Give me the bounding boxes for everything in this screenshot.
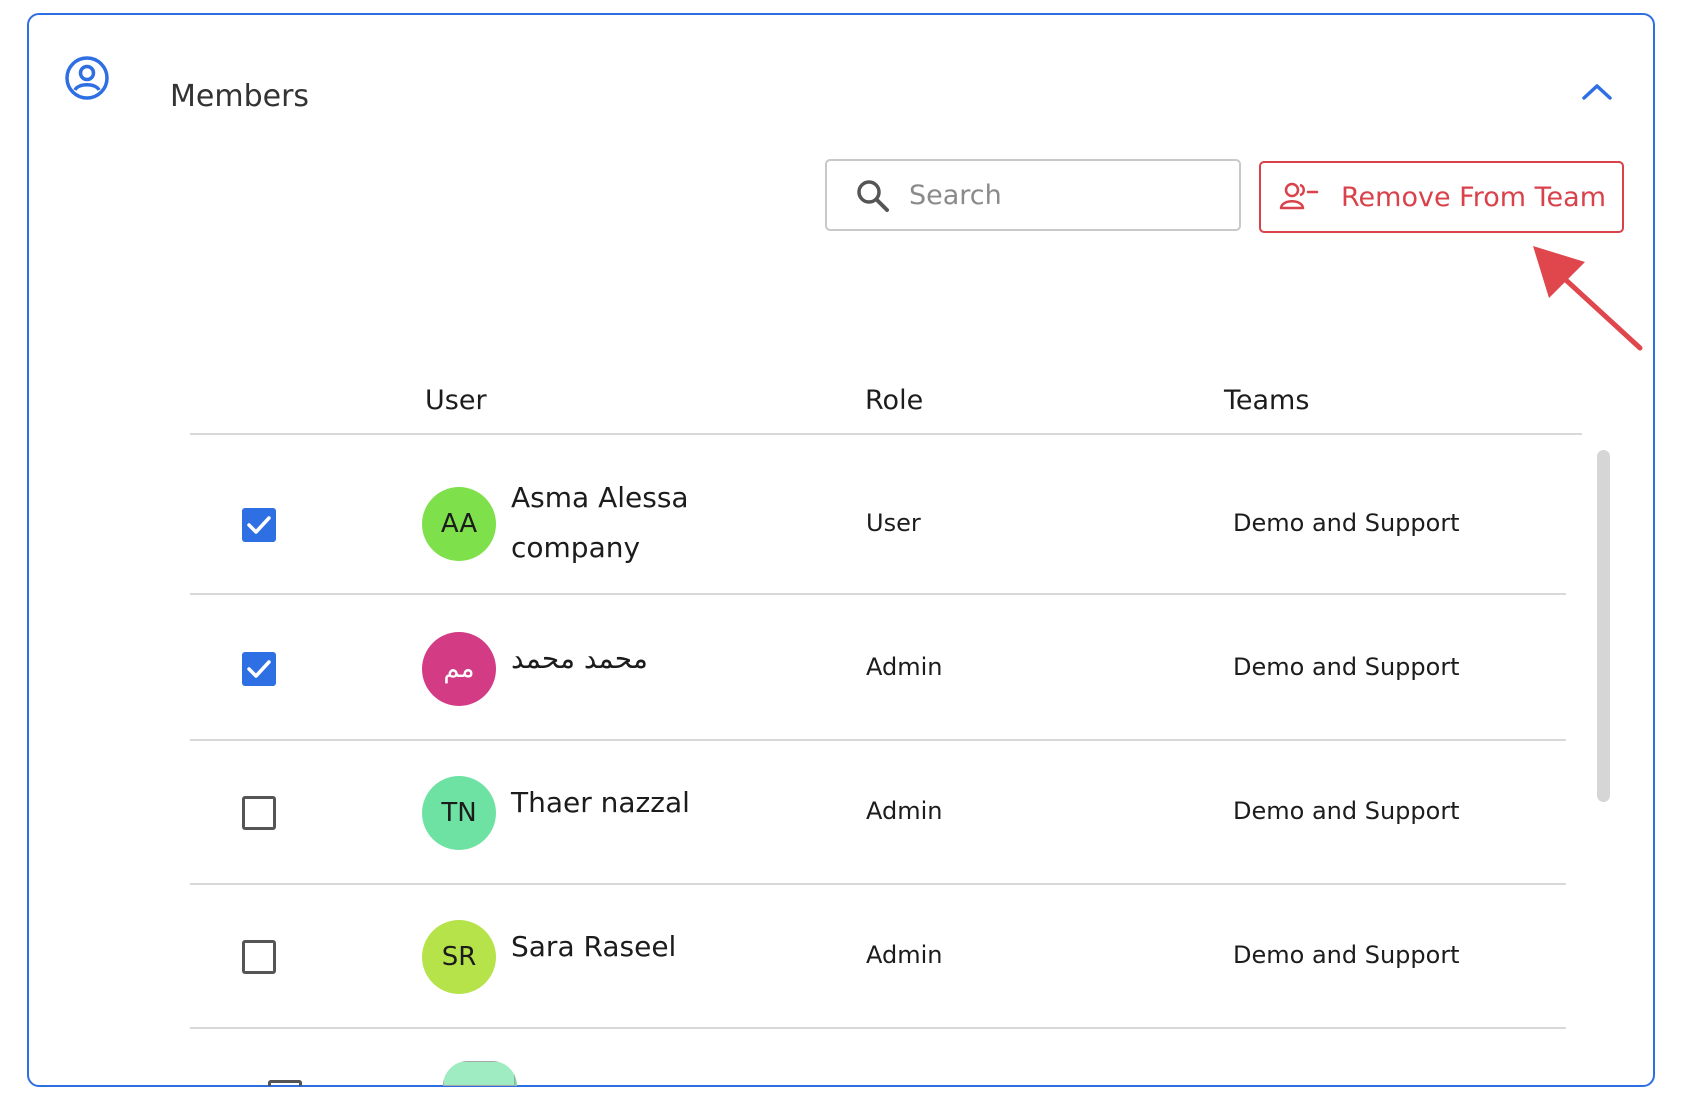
column-header-user: User <box>425 385 487 416</box>
search-input[interactable] <box>909 171 1219 219</box>
avatar: TN <box>422 776 496 850</box>
user-role: Admin <box>866 941 943 969</box>
table-row[interactable]: TN Thaer nazzal Admin Demo and Support <box>190 741 1566 885</box>
avatar <box>443 1061 517 1086</box>
avatar: SR <box>422 920 496 994</box>
avatar: AA <box>422 487 496 561</box>
table-row[interactable]: SR Sara Raseel Admin Demo and Support <box>190 885 1566 1029</box>
user-circle-icon <box>65 56 109 100</box>
row-checkbox[interactable] <box>242 940 276 974</box>
checkmark-icon <box>247 516 271 534</box>
user-name: Thaer nazzal <box>511 786 690 819</box>
users-minus-icon <box>1279 182 1319 210</box>
chevron-up-icon[interactable] <box>1581 81 1613 101</box>
avatar: مم <box>422 632 496 706</box>
user-name: Sara Raseel <box>511 930 677 963</box>
user-role: Admin <box>866 653 943 681</box>
broken-image-icon <box>443 1061 515 1086</box>
user-name: محمد محمد <box>511 642 648 675</box>
checkmark-icon <box>247 660 271 678</box>
row-checkbox[interactable] <box>268 1080 302 1086</box>
scrollbar-thumb[interactable] <box>1597 450 1610 802</box>
user-team: Demo and Support <box>1233 509 1460 537</box>
user-team: Demo and Support <box>1233 653 1460 681</box>
row-checkbox[interactable] <box>242 796 276 830</box>
search-field[interactable] <box>825 159 1241 231</box>
column-header-teams: Teams <box>1224 385 1310 416</box>
table-row[interactable]: AA Asma Alessa company User Demo and Sup… <box>190 451 1566 595</box>
row-divider <box>190 1027 1566 1029</box>
user-role: Admin <box>866 797 943 825</box>
section-title: Members <box>170 79 310 114</box>
row-divider <box>190 593 1566 595</box>
row-checkbox[interactable] <box>242 508 276 542</box>
user-role: User <box>866 509 921 537</box>
header-divider <box>190 433 1582 435</box>
search-icon <box>857 180 889 212</box>
row-checkbox[interactable] <box>242 652 276 686</box>
column-header-role: Role <box>865 385 924 416</box>
table-row[interactable]: مم محمد محمد Admin Demo and Support <box>190 597 1566 741</box>
user-team: Demo and Support <box>1233 941 1460 969</box>
remove-from-team-label: Remove From Team <box>1341 181 1606 213</box>
remove-from-team-button[interactable]: Remove From Team <box>1259 161 1624 233</box>
user-name: Asma Alessa company <box>511 481 689 564</box>
annotation-arrow <box>1533 246 1643 351</box>
user-team: Demo and Support <box>1233 797 1460 825</box>
